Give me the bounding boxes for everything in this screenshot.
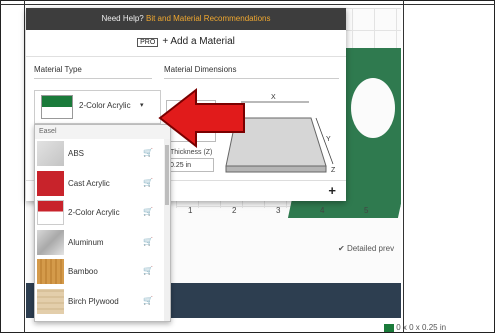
preview-cutout [351,78,395,138]
material-dimensions-label: Material Dimensions [164,65,237,74]
divider [164,78,339,79]
material-option-label: Cast Acrylic [68,178,110,188]
material-option-label: Bamboo [68,267,98,276]
ruler-tick: 3 [276,206,281,215]
shopping-cart-icon[interactable]: 🛒 [143,237,153,246]
add-material-button[interactable]: + [328,183,336,198]
selected-material-label: 2-Color Acrylic [79,101,131,110]
dropdown-scrollbar[interactable] [164,139,170,321]
dimensions-readout: 0 x 0 x 0.25 in [384,323,495,333]
material-option[interactable]: ABS 🛒 [35,139,170,169]
chevron-down-icon: ▾ [140,102,144,109]
material-swatch [37,170,64,196]
divider [34,78,152,79]
material-type-label: Material Type [34,65,82,74]
pro-badge: PRO [137,38,159,47]
help-bar: Need Help? Bit and Material Recommendati… [26,8,346,30]
detailed-preview-toggle[interactable]: ✔ Detailed prev [338,244,394,253]
diagram-z-label: Z [331,167,336,173]
thickness-label: Thickness (Z) [170,149,213,156]
help-prefix: Need Help? [101,14,144,23]
canvas-ruler: 1 2 3 4 5 [166,204,401,220]
shopping-cart-icon[interactable]: 🛒 [143,207,153,216]
shopping-cart-icon[interactable]: 🛒 [143,296,153,305]
red-arrow-annotation [158,87,245,148]
left-border [24,0,25,333]
check-icon: ✔ [338,244,347,253]
ruler-tick: 2 [232,206,237,215]
material-swatch [384,323,394,332]
modal-title: PRO + Add a Material [26,36,346,47]
material-option[interactable]: Birch Plywood 🛒 [35,287,170,317]
detailed-preview-label: Detailed prev [346,244,395,253]
material-swatch [37,229,64,255]
material-swatch [41,95,73,119]
material-option-label: 2-Color Acrylic [68,208,120,217]
ruler-tick: 4 [320,206,325,215]
diagram-y-label: Y [326,136,331,143]
material-dropdown[interactable]: Easel ABS 🛒 Cast Acrylic 🛒 2-Color Acryl… [34,124,171,322]
modal-title-text: + Add a Material [162,36,235,47]
material-option-label: ABS [68,149,85,158]
shopping-cart-icon[interactable]: 🛒 [143,148,153,157]
material-option[interactable]: 2-Color Acrylic 🛒 [35,198,170,228]
material-option-label: Aluminum [68,237,104,247]
diagram-x-label: X [271,94,276,101]
dropdown-group-header: Easel [35,125,170,139]
material-option[interactable]: Cast Acrylic 🛒 [35,169,170,199]
material-option-label: Birch Plywood [68,296,119,306]
material-swatch [37,141,64,166]
shopping-cart-icon[interactable]: 🛒 [143,266,153,275]
shopping-cart-icon[interactable]: 🛒 [143,178,153,187]
right-border [403,0,404,333]
material-swatch [37,200,64,225]
thickness-field[interactable]: 0.25 in [166,158,214,172]
recommendations-link[interactable]: Bit and Material Recommendations [146,14,271,23]
material-option[interactable]: Bamboo 🛒 [35,257,170,287]
ruler-tick: 5 [364,206,369,215]
divider [26,56,346,57]
ruler-tick: 1 [188,206,193,215]
material-option[interactable]: Aluminum 🛒 [35,228,170,258]
scrollbar-thumb[interactable] [165,145,169,205]
material-swatch [37,288,64,314]
dimensions-text: 0 x 0 x 0.25 in [396,323,447,332]
material-swatch [37,259,64,284]
top-border [0,4,495,5]
material-type-select[interactable]: 2-Color Acrylic ▾ [34,90,161,124]
